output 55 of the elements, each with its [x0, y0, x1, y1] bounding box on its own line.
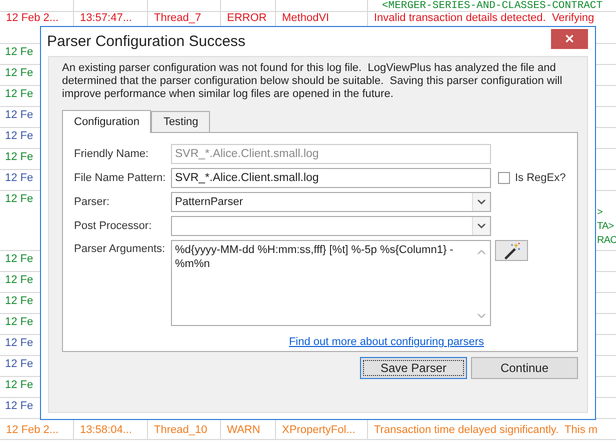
log-cell: 12 Fe [5, 274, 34, 286]
magic-wand-icon [502, 242, 520, 260]
tab[interactable]: Configuration [62, 110, 152, 133]
log-cell: 12 Fe [5, 172, 34, 184]
dialog-button[interactable]: Save Parser [360, 357, 467, 379]
log-cell: > [597, 206, 602, 220]
log-cell: TA> [597, 220, 614, 234]
field-label: Friendly Name: [74, 148, 150, 160]
scroll-up-icon[interactable] [477, 249, 486, 255]
field-label: Parser Arguments: [74, 242, 166, 255]
log-cell: Transaction time delayed significantly. This m [374, 424, 598, 436]
log-cell: 12 Fe [5, 358, 34, 370]
log-cell: 12 Fe [5, 193, 34, 205]
wand-button[interactable] [495, 240, 528, 261]
log-cell: 12 Fe [5, 337, 34, 349]
input-field[interactable]: SVR_*.Alice.Client.small.log [171, 168, 491, 188]
log-cell: Invalid transaction details detected. Verifying [374, 12, 594, 24]
log-cell: 12 Fe [5, 46, 34, 58]
log-cell: 12 Fe [5, 295, 34, 307]
log-cell: 12 Fe [5, 316, 34, 328]
text-area[interactable]: %d{yyyy-MM-dd %H:mm:ss,fff} [%t] %-5p %s{Column1} - %m%n [171, 240, 491, 326]
field-label: File Name Pattern: [74, 172, 167, 184]
tab[interactable]: Testing [151, 111, 210, 132]
dropdown[interactable]: PatternParser [171, 192, 491, 212]
log-cell: 12 Fe [5, 400, 34, 412]
checkbox-label: Is RegEx? [515, 172, 566, 184]
log-cell: 12 Fe [5, 379, 34, 391]
chevron-down-icon [477, 223, 486, 229]
log-cell: 12 Fe [5, 88, 34, 100]
log-cell: 12 Fe [5, 253, 34, 265]
log-cell: 12 Fe [5, 109, 34, 121]
log-cell: <MERGER-SERIES-AND-CLASSES-CONTRACT [382, 0, 603, 11]
log-cell: 12 Fe [5, 151, 34, 163]
log-cell: MethodVI [282, 12, 330, 24]
log-cell: Thread_7 [154, 12, 202, 24]
log-cell: WARN [227, 424, 260, 436]
log-cell: 12 Feb 2... [6, 12, 59, 24]
log-cell: Thread_10 [154, 424, 208, 436]
field-label: Post Processor: [74, 220, 153, 232]
help-link[interactable]: Find out more about configuring parsers [288, 336, 484, 348]
field-label: Parser: [74, 196, 110, 208]
window-title: Parser Configuration Success [47, 33, 246, 50]
chevron-down-icon [477, 199, 486, 205]
checkbox[interactable] [498, 172, 510, 184]
close-button[interactable]: ✕ [551, 28, 588, 48]
log-cell: 12 Feb 2... [6, 424, 59, 436]
log-cell: 13:57:47... [80, 12, 132, 24]
log-cell: ERROR [227, 12, 267, 24]
log-cell: XPropertyFol... [282, 424, 356, 436]
message-text: An existing parser configuration was not found for this log file. LogViewPlus has analyzed the file and determined that the parser configuration below should be suitable. Saving this parser configuration will improve performance when similar log files are opened in the future. [62, 62, 564, 101]
dialog-button[interactable]: Continue [471, 357, 578, 379]
log-cell: 12 Fe [5, 130, 34, 142]
scroll-down-icon[interactable] [477, 313, 486, 319]
log-cell: 13:58:04... [80, 424, 132, 436]
log-cell: 12 Fe [5, 67, 34, 79]
